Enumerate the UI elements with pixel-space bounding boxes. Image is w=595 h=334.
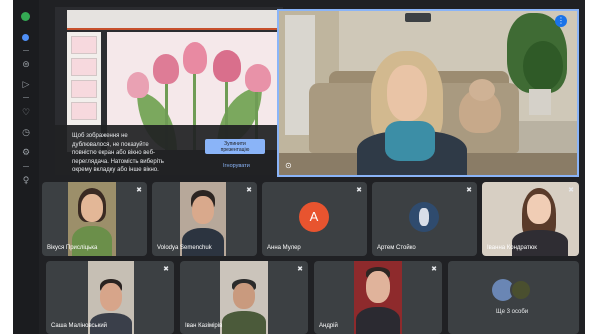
meet-icon[interactable] [22,34,29,41]
participant-name: Іван Казімірів [185,323,223,329]
lightbulb-icon[interactable]: ♀ [21,176,31,186]
participant-tile[interactable]: ✖ Іван Казімірів [180,261,308,334]
more-options-icon[interactable]: ⋮ [555,15,567,27]
warning-message: Щоб зображення не дублювалося, не показу… [72,133,164,174]
left-rail: ⊜ ▷ ♡ ◷ ⚙ ♀ [13,0,39,334]
mic-muted-icon: ✖ [163,265,169,273]
participant-video [220,261,268,334]
mic-muted-icon: ✖ [466,186,472,194]
duplicate-screen-warning: Щоб зображення не дублювалося, не показу… [55,125,283,175]
mic-muted-icon: ✖ [246,186,252,194]
heart-icon[interactable]: ♡ [21,108,31,118]
participant-name: Volodya Semenchuk [157,245,212,251]
mic-muted-icon: ✖ [356,186,362,194]
slides-ribbon [67,10,281,30]
avatar [409,202,439,232]
chat-icon[interactable]: ⊜ [21,60,31,70]
participant-tile[interactable]: ✖ Volodya Semenchuk [152,182,257,256]
mic-muted-icon: ✖ [431,265,437,273]
more-participants-tile[interactable]: Ще 3 особи [448,261,579,334]
ignore-link[interactable]: Ігнорувати [223,163,250,169]
participant-tile[interactable]: ✖ Саша Маліновський [46,261,174,334]
participant-video [354,261,402,334]
avatar [510,279,532,301]
participant-name: Вікуся Присліцька [47,245,98,251]
participant-name: Саша Маліновський [51,323,108,329]
slide-thumbnail [71,102,97,120]
participant-name: Анна Мулер [267,245,301,251]
more-participants-label: Ще 3 особи [496,309,529,315]
mic-muted-icon: ✖ [136,186,142,194]
meet-window: ⊜ ▷ ♡ ◷ ⚙ ♀ Щоб зображення не дублювалос… [13,0,585,334]
participant-name: Іванна Кондратюк [487,245,537,251]
slide-thumbnail [71,58,97,76]
stop-presenting-button[interactable]: Зупинити презентацію [205,139,265,154]
active-speaker-tile[interactable]: ⋮ ⊙ [277,9,579,177]
participant-tile[interactable]: ✖ Артем Стойко [372,182,477,256]
participant-tile[interactable]: A ✖ Анна Мулер [262,182,367,256]
mic-muted-icon: ✖ [568,186,574,194]
pin-icon[interactable]: ⊙ [285,161,292,170]
avatar: A [299,202,329,232]
rail-divider [23,166,29,167]
participant-tile[interactable]: ✖ Іванна Кондратюк [482,182,579,256]
slide-thumbnail [71,36,97,54]
presentation-tile: Щоб зображення не дублювалося, не показу… [55,7,283,175]
clock-icon[interactable]: ◷ [21,128,31,138]
participant-tile[interactable]: ✖ Вікуся Присліцька [42,182,147,256]
participant-name: Андрій [319,323,338,329]
participant-name: Артем Стойко [377,245,416,251]
rail-divider [23,50,29,51]
rail-divider [23,97,29,98]
status-indicator [21,12,30,21]
mic-muted-icon: ✖ [297,265,303,273]
speaker-badge [405,13,431,22]
slide-thumbnail [71,80,97,98]
participant-tile[interactable]: ✖ Андрій [314,261,442,334]
send-icon[interactable]: ▷ [21,80,31,90]
settings-icon[interactable]: ⚙ [21,148,31,158]
